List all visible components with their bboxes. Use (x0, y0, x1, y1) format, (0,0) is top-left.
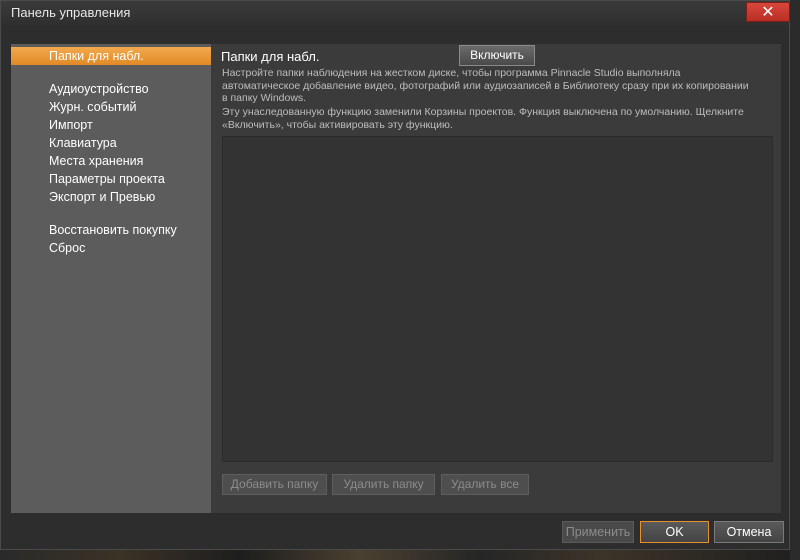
sidebar-item-reset[interactable]: Сброс (11, 239, 211, 257)
sidebar-item-import[interactable]: Импорт (11, 116, 211, 134)
description-line: «Включить», чтобы активировать эту функц… (222, 118, 453, 131)
description-line: в папку Windows. (222, 92, 307, 104)
section-title: Папки для набл. (221, 49, 320, 64)
close-button[interactable]: ✕ (746, 2, 790, 22)
add-folder-button[interactable]: Добавить папку (222, 474, 327, 495)
apply-button[interactable]: Применить (562, 521, 634, 543)
sidebar-item-audio-device[interactable]: Аудиоустройство (11, 80, 211, 98)
background-app-edge (790, 0, 800, 560)
sidebar-item-watch-folders[interactable]: Папки для набл. (11, 47, 211, 65)
description-line: автоматическое добавление видео, фотогра… (222, 79, 749, 92)
sidebar: Папки для набл. Аудиоустройство Журн. со… (11, 44, 211, 513)
sidebar-item-export-preview[interactable]: Экспорт и Превью (11, 188, 211, 206)
sidebar-item-project-settings[interactable]: Параметры проекта (11, 170, 211, 188)
watch-folder-list[interactable] (222, 136, 773, 462)
sidebar-item-restore-purchase[interactable]: Восстановить покупку (11, 221, 211, 239)
window-title: Панель управления (11, 5, 131, 20)
close-icon: ✕ (761, 2, 775, 21)
remove-all-button[interactable]: Удалить все (441, 474, 529, 495)
enable-button[interactable]: Включить (459, 45, 535, 66)
description-line: Эту унаследованную функцию заменили Корз… (222, 106, 744, 118)
sidebar-item-storage-locations[interactable]: Места хранения (11, 152, 211, 170)
cancel-button[interactable]: Отмена (714, 521, 784, 543)
sidebar-item-event-log[interactable]: Журн. событий (11, 98, 211, 116)
sidebar-item-keyboard[interactable]: Клавиатура (11, 134, 211, 152)
control-panel-dialog: Панель управления ✕ Папки для набл. Ауди… (0, 0, 790, 550)
description-line: Настройте папки наблюдения на жестком ди… (222, 67, 681, 79)
ok-button[interactable]: OK (640, 521, 709, 543)
title-bar[interactable]: Панель управления ✕ (1, 1, 790, 25)
settings-panel: Папки для набл. Включить Настройте папки… (211, 44, 781, 513)
remove-folder-button[interactable]: Удалить папку (332, 474, 435, 495)
